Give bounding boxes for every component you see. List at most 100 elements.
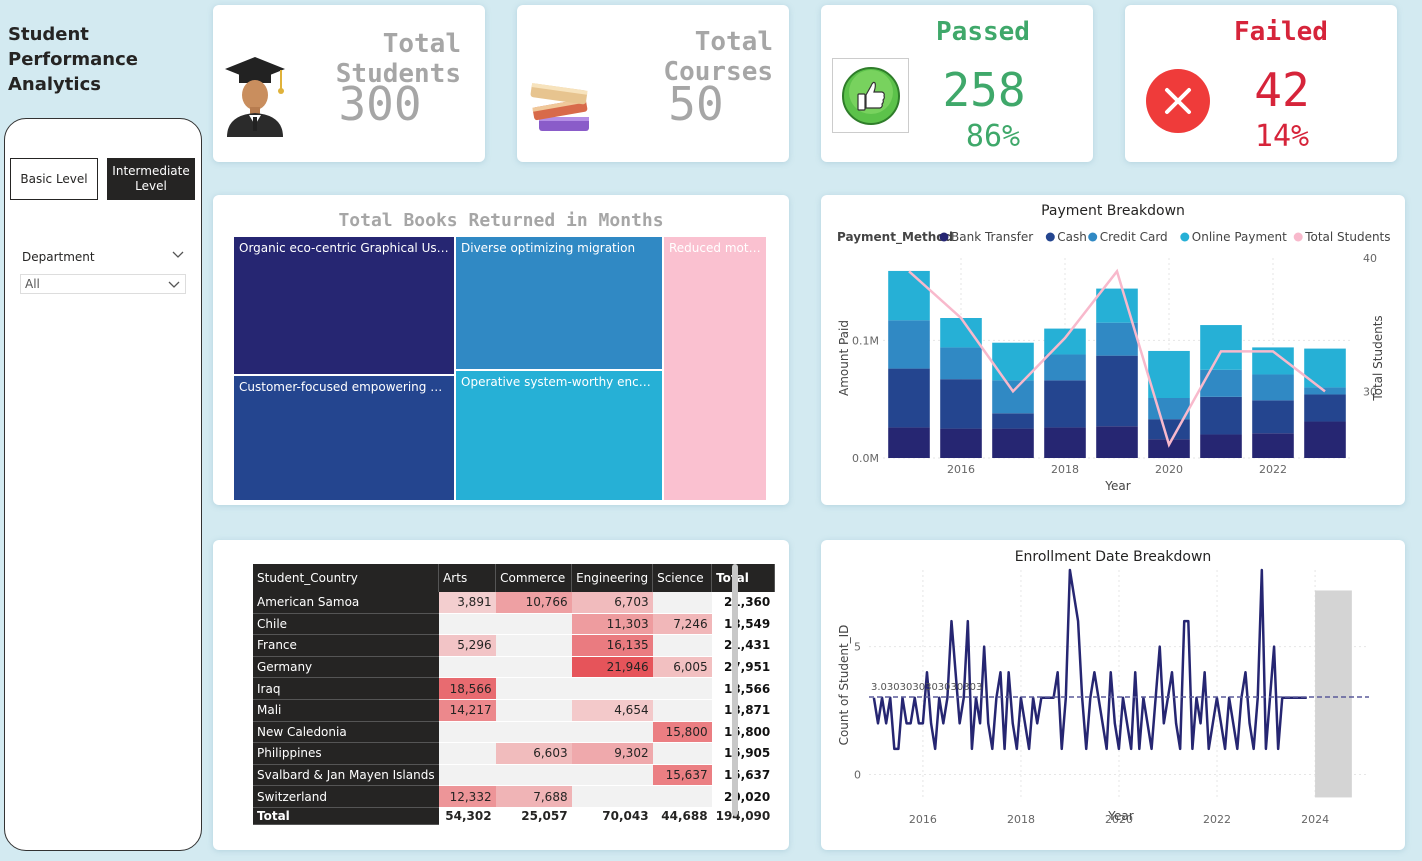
total-row: Total 54,302 25,057 70,043 44,688 194,090 bbox=[253, 807, 775, 825]
table-row[interactable]: Philippines 6,603 9,302 15,905 bbox=[253, 742, 775, 765]
column-header[interactable]: Arts bbox=[438, 564, 497, 592]
bar-segment bbox=[1148, 419, 1190, 440]
table-row[interactable]: Chile 11,303 7,246 18,549 bbox=[253, 613, 775, 636]
science-total-cell: 44,688 bbox=[652, 807, 712, 825]
bar-segment bbox=[992, 428, 1034, 458]
table-row[interactable]: Svalbard & Jan Mayen Islands 15,637 15,637 bbox=[253, 764, 775, 787]
bar-segment bbox=[992, 413, 1034, 429]
bar-segment bbox=[1096, 426, 1138, 458]
total-students-card: Total Students 300 bbox=[213, 5, 485, 162]
x-tick-label: 2020 bbox=[1155, 463, 1183, 476]
science-cell: 15,637 bbox=[652, 764, 712, 787]
arts-cell bbox=[438, 613, 496, 636]
engineering-cell: 11,303 bbox=[571, 613, 653, 636]
close-icon bbox=[1146, 69, 1210, 133]
engineering-cell bbox=[571, 677, 653, 700]
column-header[interactable]: Total bbox=[711, 564, 775, 592]
intermediate-level-button[interactable]: Intermediate Level bbox=[107, 158, 195, 200]
total-students-value: 300 bbox=[338, 77, 422, 131]
graduate-icon bbox=[225, 57, 285, 137]
y-tick-label: 0.1M bbox=[852, 334, 879, 347]
science-cell bbox=[652, 677, 712, 700]
country-cell: New Caledonia bbox=[253, 721, 439, 744]
x-tick-label: 2024 bbox=[1301, 813, 1329, 826]
y-axis-title: Count of Student_ID bbox=[837, 625, 851, 746]
enrollment-line bbox=[872, 568, 1307, 751]
commerce-cell bbox=[495, 634, 572, 657]
arts-cell bbox=[438, 721, 496, 744]
table-row[interactable]: Mali 14,217 4,654 18,871 bbox=[253, 699, 775, 722]
bar-segment bbox=[940, 347, 982, 380]
treemap-cell[interactable]: Reduced motivating bbox=[663, 236, 767, 501]
commerce-cell bbox=[495, 677, 572, 700]
total-cell: 27,951 bbox=[711, 656, 775, 679]
treemap-cell[interactable]: Customer-focused empowering projection bbox=[233, 375, 455, 501]
column-header[interactable]: Student_Country bbox=[253, 564, 440, 592]
legend-item: Bank Transfer bbox=[951, 230, 1033, 244]
legend-title: Payment_Method bbox=[837, 230, 953, 245]
treemap-cell[interactable]: Diverse optimizing migration bbox=[455, 236, 663, 370]
scrollbar[interactable] bbox=[732, 564, 738, 816]
bar-segment bbox=[1148, 350, 1190, 398]
forecast-band bbox=[1315, 590, 1352, 798]
total-cell: 20,020 bbox=[711, 785, 775, 808]
table-row[interactable]: New Caledonia 15,800 15,800 bbox=[253, 721, 775, 744]
payment-breakdown-card: Payment Breakdown Payment_Method Bank Tra… bbox=[821, 195, 1405, 505]
enrollment-card: Enrollment Date Breakdown 0 5 2016 2018 2020… bbox=[821, 540, 1405, 850]
x-tick-label: 2018 bbox=[1007, 813, 1035, 826]
thumbs-up-icon bbox=[842, 67, 900, 125]
table-row[interactable]: American Samoa 3,891 10,766 6,703 21,360 bbox=[253, 592, 775, 614]
science-cell bbox=[652, 592, 712, 614]
bar-segment bbox=[940, 379, 982, 429]
engineering-cell bbox=[571, 764, 653, 787]
table-row[interactable]: Germany 21,946 6,005 27,951 bbox=[253, 656, 775, 679]
bar-segment bbox=[1252, 400, 1294, 434]
bar-segment bbox=[1252, 433, 1294, 458]
country-cell: Philippines bbox=[253, 742, 439, 765]
x-axis-title: Year bbox=[1107, 809, 1133, 823]
column-header[interactable]: Engineering bbox=[571, 564, 654, 592]
country-cell: Iraq bbox=[253, 677, 439, 700]
enrollment-date-chart[interactable]: 052016 2018 2020 2022 20243.0303030303030303… bbox=[821, 540, 1405, 850]
country-cell: Svalbard & Jan Mayen Islands bbox=[253, 764, 439, 787]
chevron-down-icon[interactable] bbox=[172, 251, 184, 259]
table-row[interactable]: France 5,296 16,135 21,431 bbox=[253, 634, 775, 657]
legend-item: Credit Card bbox=[1100, 230, 1168, 244]
total-total-cell: 194,090 bbox=[711, 807, 775, 825]
app-title: Student Performance Analytics bbox=[8, 24, 138, 95]
total-cell: 15,800 bbox=[711, 721, 775, 744]
table-row[interactable]: Iraq 18,566 18,566 bbox=[253, 677, 775, 700]
bar-segment bbox=[888, 320, 930, 369]
bar-segment bbox=[888, 427, 930, 458]
country-department-matrix: Student_Country Arts Commerce Engineering Sc… bbox=[253, 564, 775, 825]
treemap-cell[interactable]: Operative system-worthy encoding bbox=[455, 370, 663, 501]
total-label: Total bbox=[253, 807, 439, 825]
bar-segment bbox=[992, 380, 1034, 414]
legend-item: Cash bbox=[1057, 230, 1087, 244]
failed-card: Failed 42 14% bbox=[1125, 5, 1397, 162]
treemap-cell[interactable]: Organic eco-centric Graphical User Inter… bbox=[233, 236, 455, 375]
failed-percent: 14% bbox=[1254, 119, 1310, 154]
payment-breakdown-chart[interactable]: Payment_MethodBank Transfer Cash Credit Ca… bbox=[821, 195, 1405, 505]
bar-segment bbox=[888, 368, 930, 428]
commerce-cell bbox=[495, 613, 572, 636]
engineering-cell: 21,946 bbox=[571, 656, 653, 679]
arts-cell bbox=[438, 764, 496, 787]
country-cell: Germany bbox=[253, 656, 439, 679]
department-dropdown[interactable]: All bbox=[20, 274, 186, 294]
x-axis-title: Year bbox=[1104, 479, 1130, 493]
table-row[interactable]: Switzerland 12,332 7,688 20,020 bbox=[253, 785, 775, 808]
commerce-cell: 10,766 bbox=[495, 592, 572, 614]
science-cell: 7,246 bbox=[652, 613, 712, 636]
column-header[interactable]: Science bbox=[652, 564, 713, 592]
total-cell: 18,871 bbox=[711, 699, 775, 722]
arts-total-cell: 54,302 bbox=[438, 807, 496, 825]
science-cell bbox=[652, 785, 712, 808]
column-header[interactable]: Commerce bbox=[495, 564, 573, 592]
arts-cell: 14,217 bbox=[438, 699, 496, 722]
science-cell: 6,005 bbox=[652, 656, 712, 679]
treemap-card: Total Books Returned in Months Organic e… bbox=[213, 195, 789, 505]
basic-level-button[interactable]: Basic Level bbox=[10, 158, 98, 200]
legend-item: Total Students bbox=[1304, 230, 1390, 244]
commerce-cell bbox=[495, 656, 572, 679]
